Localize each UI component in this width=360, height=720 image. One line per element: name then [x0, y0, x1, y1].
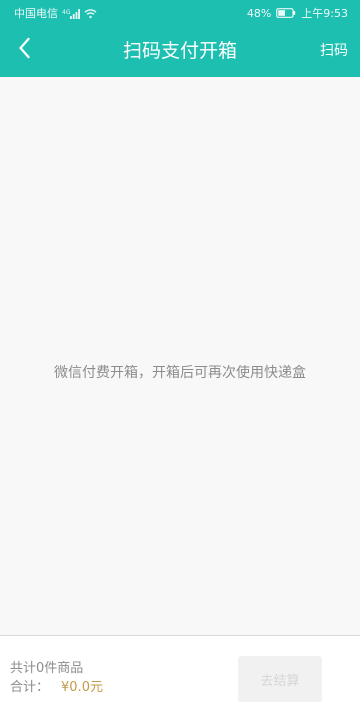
status-bar-left: 中国电信 4G: [14, 5, 97, 21]
battery-icon: [276, 8, 296, 18]
svg-text:4G: 4G: [62, 9, 71, 16]
signal-icon: 4G: [62, 8, 80, 19]
page-title: 扫码支付开箱: [122, 40, 237, 62]
status-bar: 中国电信 4G 48% 上午9:53: [0, 0, 360, 24]
battery-text: 48%: [246, 6, 272, 20]
time-text: 上午9:53: [301, 7, 348, 20]
checkout-button[interactable]: 去结算: [238, 656, 322, 702]
main-content: 微信付费开箱，开箱后可再次使用快递盒: [0, 77, 360, 635]
item-count-text: 共计0件商品: [10, 661, 84, 676]
empty-state-message: 微信付费开箱，开箱后可再次使用快递盒: [54, 365, 306, 381]
status-bar-right: 48% 上午9:53: [247, 5, 348, 21]
checkout-footer: 共计0件商品 合计： ¥0.0元 去结算: [0, 635, 360, 720]
total-label: 合计：: [10, 680, 50, 695]
navigation-bar: 扫码支付开箱 扫码: [0, 24, 360, 77]
carrier-text: 中国电信: [14, 7, 58, 20]
back-button[interactable]: [8, 32, 42, 68]
total-amount: ¥0.0元: [61, 680, 103, 695]
chevron-left-icon: [17, 37, 33, 63]
scan-button[interactable]: 扫码: [320, 40, 348, 62]
total-row: 合计： ¥0.0元: [10, 679, 103, 697]
header: 中国电信 4G 48% 上午9:53 扫码支付开箱 扫码: [0, 0, 360, 77]
wifi-icon: [84, 8, 97, 19]
